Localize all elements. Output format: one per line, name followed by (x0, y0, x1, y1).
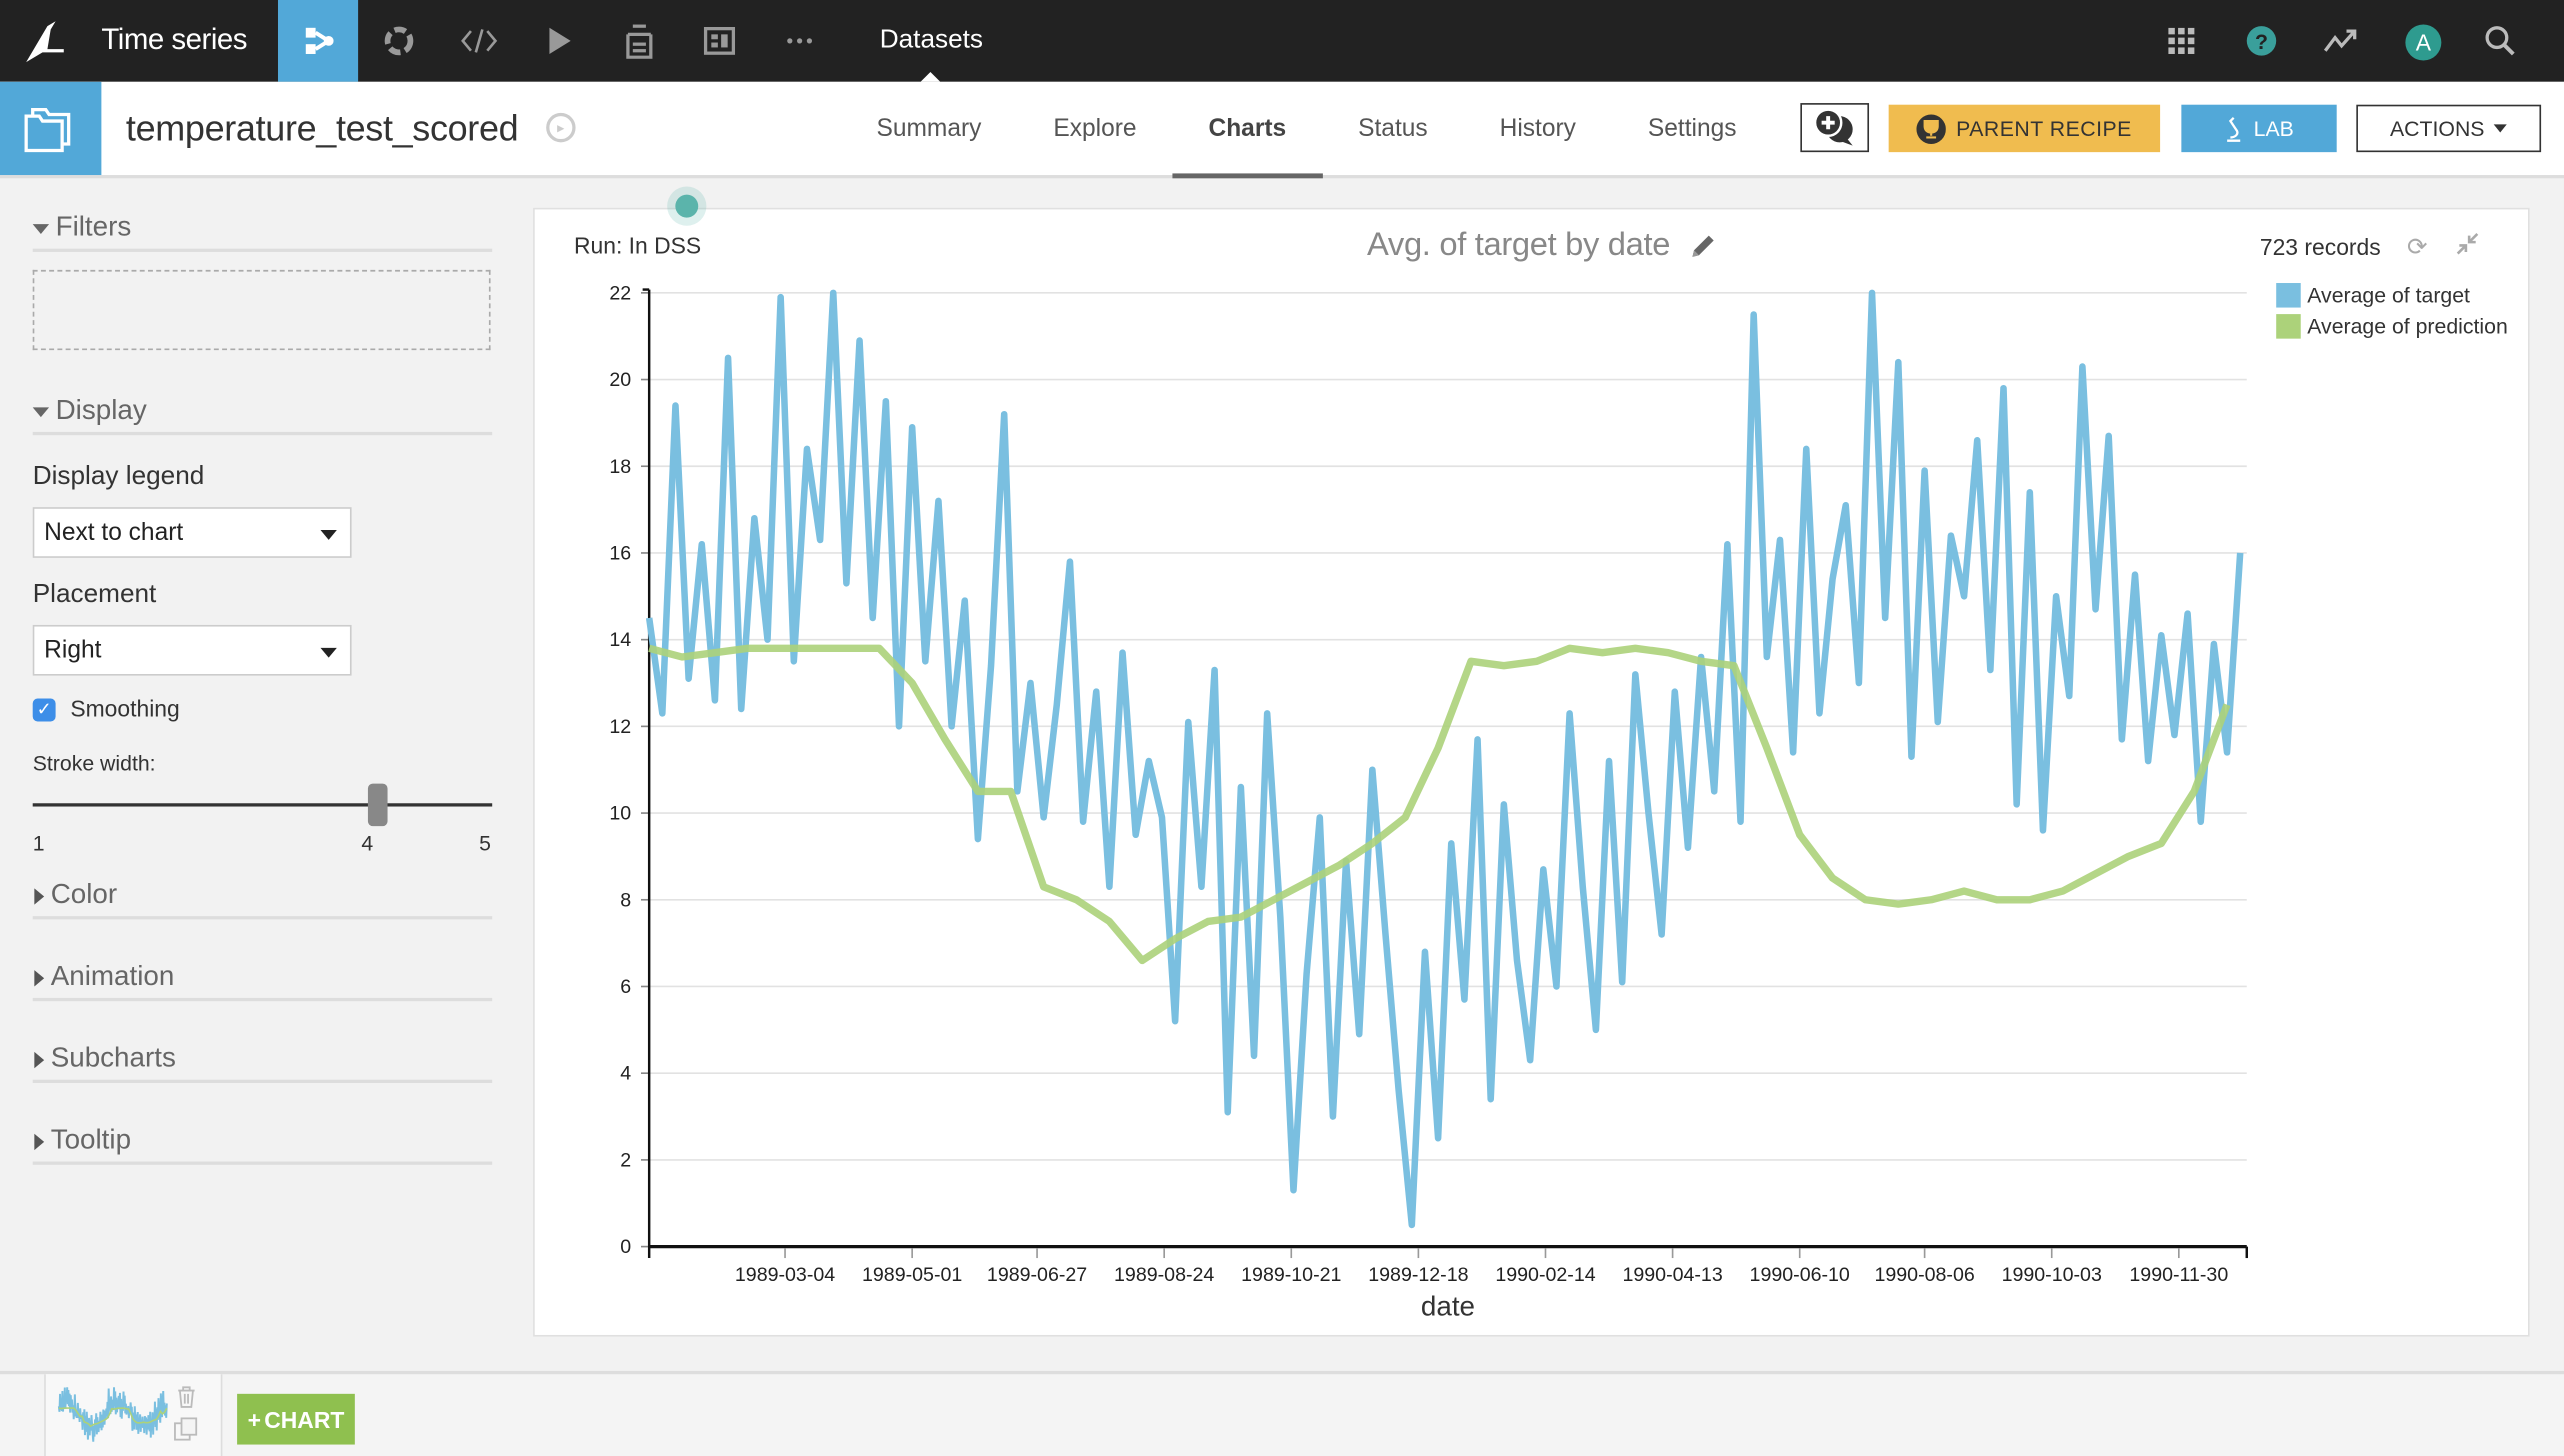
x-tick-label: 1990-02-14 (1495, 1264, 1595, 1286)
chart-thumbnail-preview (57, 1387, 168, 1442)
app-window: Time series Datasets ? A temperature_tes… (0, 0, 2564, 1456)
y-tick-label: 6 (620, 976, 631, 998)
y-tick-label: 2 (620, 1149, 631, 1171)
x-tick-label: 1990-10-03 (2002, 1264, 2102, 1286)
line-chart: 0 2 4 6 8 10 12 14 16 18 20 22 1989-03-04 1989-05-01… (609, 282, 2248, 1321)
y-tick-label: 10 (609, 803, 631, 825)
x-tick-label: 1989-08-24 (1114, 1264, 1214, 1286)
y-tick-label: 16 (609, 542, 631, 564)
duplicate-chart-icon[interactable] (173, 1417, 199, 1448)
delete-chart-icon[interactable] (177, 1386, 197, 1414)
y-tick-label: 8 (620, 889, 631, 911)
y-tick-label: 12 (609, 716, 631, 738)
thumbnail-target-line (57, 1387, 168, 1442)
x-tick-label: 1990-11-30 (2129, 1264, 2228, 1286)
series-line-target (645, 289, 2244, 1229)
y-tick-label: 14 (609, 629, 631, 651)
add-chart-label: CHART (264, 1406, 345, 1433)
x-tick-label: 1989-12-18 (1368, 1264, 1468, 1286)
series-lines (645, 289, 2244, 1229)
x-tick-label: 1989-05-01 (862, 1264, 962, 1286)
x-axis-title: date (1421, 1290, 1475, 1321)
x-tick-label: 1989-06-27 (987, 1264, 1087, 1286)
x-axis: 1989-03-04 1989-05-01 1989-06-27 1989-08-24… (649, 1244, 2248, 1286)
y-axis: 0 2 4 6 8 10 12 14 16 18 20 22 (609, 282, 651, 1258)
add-chart-button[interactable]: + CHART (237, 1393, 355, 1445)
y-tick-label: 18 (609, 456, 631, 478)
x-tick-label: 1990-04-13 (1622, 1264, 1722, 1286)
series-line-prediction (648, 644, 2231, 965)
y-tick-label: 20 (609, 369, 631, 391)
x-tick-label: 1990-08-06 (1874, 1264, 1974, 1286)
plus-icon: + (247, 1406, 261, 1433)
y-tick-label: 0 (620, 1236, 631, 1258)
x-tick-label: 1990-06-10 (1750, 1264, 1850, 1286)
x-tick-label: 1989-10-21 (1241, 1264, 1341, 1286)
x-tick-label: 1989-03-04 (735, 1264, 835, 1286)
chart-tabs-bar: + CHART (0, 1370, 2564, 1456)
y-tick-label: 4 (620, 1063, 631, 1085)
y-tick-label: 22 (609, 282, 631, 304)
